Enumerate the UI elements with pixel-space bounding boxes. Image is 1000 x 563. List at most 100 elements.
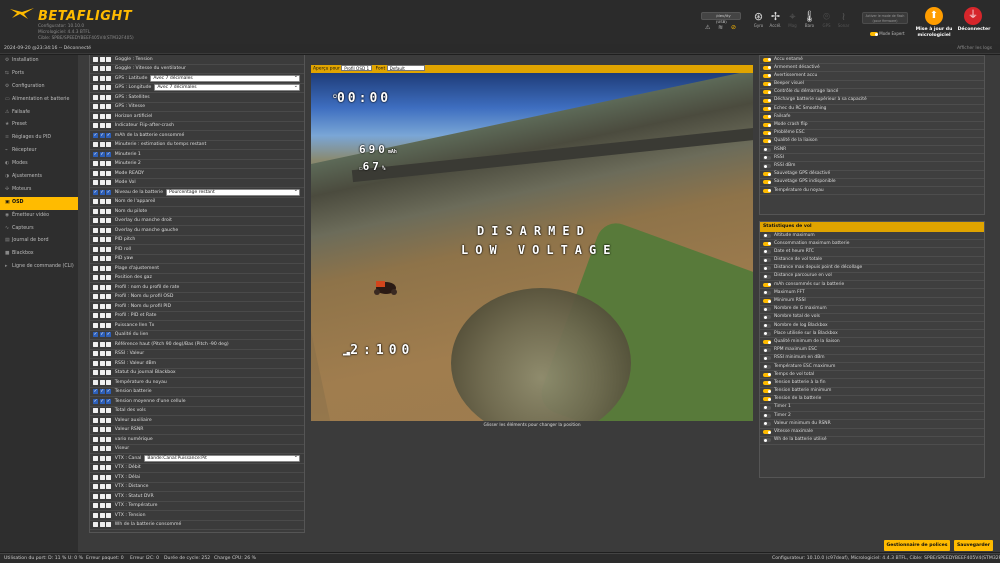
profile-1-checkbox[interactable] xyxy=(93,322,98,328)
profile-1-checkbox[interactable] xyxy=(93,427,98,433)
profile-2-checkbox[interactable] xyxy=(99,303,105,309)
profile-1-checkbox[interactable] xyxy=(93,408,98,414)
stat-toggle[interactable] xyxy=(763,241,771,246)
osd-element-variant-select[interactable]: Bande:Canal:Puissance:Pit xyxy=(144,454,300,462)
profile-1-checkbox[interactable]: ✓ xyxy=(93,389,98,395)
font-manager-button[interactable]: Gestionnaire de polices xyxy=(884,540,950,551)
profile-1-checkbox[interactable] xyxy=(93,360,98,366)
save-button[interactable]: Sauvegarder xyxy=(954,540,993,551)
profile-2-checkbox[interactable] xyxy=(99,275,105,281)
sidebar-item-moteurs[interactable]: ✣ Moteurs xyxy=(0,184,78,197)
profile-2-checkbox[interactable] xyxy=(99,85,105,91)
profile-3-checkbox[interactable] xyxy=(106,493,112,499)
profile-3-checkbox[interactable] xyxy=(106,199,112,205)
profile-1-checkbox[interactable] xyxy=(93,351,98,357)
profile-1-checkbox[interactable] xyxy=(93,56,98,62)
warning-toggle[interactable] xyxy=(763,188,771,193)
profile-2-checkbox[interactable] xyxy=(99,104,105,110)
profile-3-checkbox[interactable] xyxy=(106,351,112,357)
profile-3-checkbox[interactable] xyxy=(106,503,112,509)
profile-1-checkbox[interactable] xyxy=(93,246,98,252)
stat-toggle[interactable] xyxy=(763,307,771,312)
profile-2-checkbox[interactable] xyxy=(99,351,105,357)
profile-2-checkbox[interactable] xyxy=(99,408,105,414)
profile-1-checkbox[interactable]: ✓ xyxy=(93,398,98,404)
osd-timer1[interactable]: ⏻00:00 xyxy=(333,91,391,106)
sidebar-item-configuration[interactable]: ⚙ Configuration xyxy=(0,81,78,94)
profile-1-checkbox[interactable] xyxy=(93,436,98,442)
profile-2-checkbox[interactable] xyxy=(99,180,105,186)
profile-2-checkbox[interactable] xyxy=(99,427,105,433)
profile-1-checkbox[interactable] xyxy=(93,199,98,205)
profile-3-checkbox[interactable]: ✓ xyxy=(106,389,112,395)
warning-toggle[interactable] xyxy=(763,65,771,70)
profile-1-checkbox[interactable] xyxy=(93,512,98,518)
warning-toggle[interactable] xyxy=(763,73,771,78)
profile-3-checkbox[interactable] xyxy=(106,455,112,461)
flash-firmware-button[interactable]: ⬆ xyxy=(921,7,947,27)
stat-toggle[interactable] xyxy=(763,380,771,385)
stat-toggle[interactable] xyxy=(763,290,771,295)
profile-3-checkbox[interactable] xyxy=(106,56,112,62)
profile-1-checkbox[interactable] xyxy=(93,142,98,148)
profile-1-checkbox[interactable] xyxy=(93,313,98,319)
sidebar-item-alimentation-et-batterie[interactable]: ▭ Alimentation et batterie xyxy=(0,94,78,107)
auto-connect-box[interactable]: Activer le mode de flash (pour firmware) xyxy=(862,12,908,24)
warning-toggle[interactable] xyxy=(763,114,771,119)
profile-3-checkbox[interactable] xyxy=(106,161,112,167)
profile-1-checkbox[interactable] xyxy=(93,113,98,119)
profile-2-checkbox[interactable] xyxy=(99,246,105,252)
profile-2-checkbox[interactable] xyxy=(99,142,105,148)
expert-mode-switch[interactable] xyxy=(870,32,878,36)
profile-3-checkbox[interactable] xyxy=(106,218,112,224)
profile-2-checkbox[interactable] xyxy=(99,218,105,224)
stat-toggle[interactable] xyxy=(763,397,771,402)
osd-mah-consumed[interactable]: 690mAh xyxy=(359,143,397,156)
profile-1-checkbox[interactable] xyxy=(93,294,98,300)
profile-1-checkbox[interactable] xyxy=(93,503,98,509)
profile-3-checkbox[interactable] xyxy=(106,256,112,262)
profile-2-checkbox[interactable] xyxy=(99,227,105,233)
show-logs-link[interactable]: Afficher les logs xyxy=(957,46,992,51)
profile-2-checkbox[interactable] xyxy=(99,484,105,490)
profile-1-checkbox[interactable] xyxy=(93,75,98,81)
stat-toggle[interactable] xyxy=(763,356,771,361)
profile-3-checkbox[interactable] xyxy=(106,360,112,366)
profile-1-checkbox[interactable] xyxy=(93,455,98,461)
profile-2-checkbox[interactable] xyxy=(99,503,105,509)
stat-toggle[interactable] xyxy=(763,438,771,443)
profile-3-checkbox[interactable] xyxy=(106,294,112,300)
profile-3-checkbox[interactable] xyxy=(106,512,112,518)
profile-2-checkbox[interactable] xyxy=(99,94,105,100)
sidebar-item-ligne-de-commande-cli-[interactable]: ▸ Ligne de commande (CLI) xyxy=(0,261,78,274)
stat-toggle[interactable] xyxy=(763,233,771,238)
osd-element-variant-select[interactable]: Avec 7 décimales xyxy=(150,74,300,82)
profile-3-checkbox[interactable] xyxy=(106,265,112,271)
profile-3-checkbox[interactable]: ✓ xyxy=(106,189,112,195)
profile-2-checkbox[interactable] xyxy=(99,123,105,129)
profile-1-checkbox[interactable] xyxy=(93,303,98,309)
profile-3-checkbox[interactable] xyxy=(106,75,112,81)
profile-3-checkbox[interactable] xyxy=(106,113,112,119)
profile-1-checkbox[interactable] xyxy=(93,227,98,233)
warning-toggle[interactable] xyxy=(763,57,771,62)
profile-1-checkbox[interactable] xyxy=(93,104,98,110)
profile-2-checkbox[interactable] xyxy=(99,379,105,385)
profile-2-checkbox[interactable] xyxy=(99,341,105,347)
stat-toggle[interactable] xyxy=(763,364,771,369)
stat-toggle[interactable] xyxy=(763,299,771,304)
warning-toggle[interactable] xyxy=(763,139,771,144)
profile-3-checkbox[interactable] xyxy=(106,436,112,442)
profile-1-checkbox[interactable] xyxy=(93,161,98,167)
osd-element-variant-select[interactable]: Pourcentage restant xyxy=(166,188,300,196)
warning-toggle[interactable] xyxy=(763,172,771,177)
profile-3-checkbox[interactable] xyxy=(106,427,112,433)
profile-2-checkbox[interactable] xyxy=(99,455,105,461)
profile-3-checkbox[interactable] xyxy=(106,246,112,252)
sidebar-item-ajustements[interactable]: ◑ Ajustements xyxy=(0,171,78,184)
osd-element-variant-select[interactable]: Avec 7 décimales xyxy=(154,84,300,92)
profile-1-checkbox[interactable] xyxy=(93,446,98,452)
profile-3-checkbox[interactable] xyxy=(106,227,112,233)
profile-2-checkbox[interactable]: ✓ xyxy=(99,151,105,157)
sidebar-item-osd[interactable]: ▣ OSD xyxy=(0,196,78,210)
